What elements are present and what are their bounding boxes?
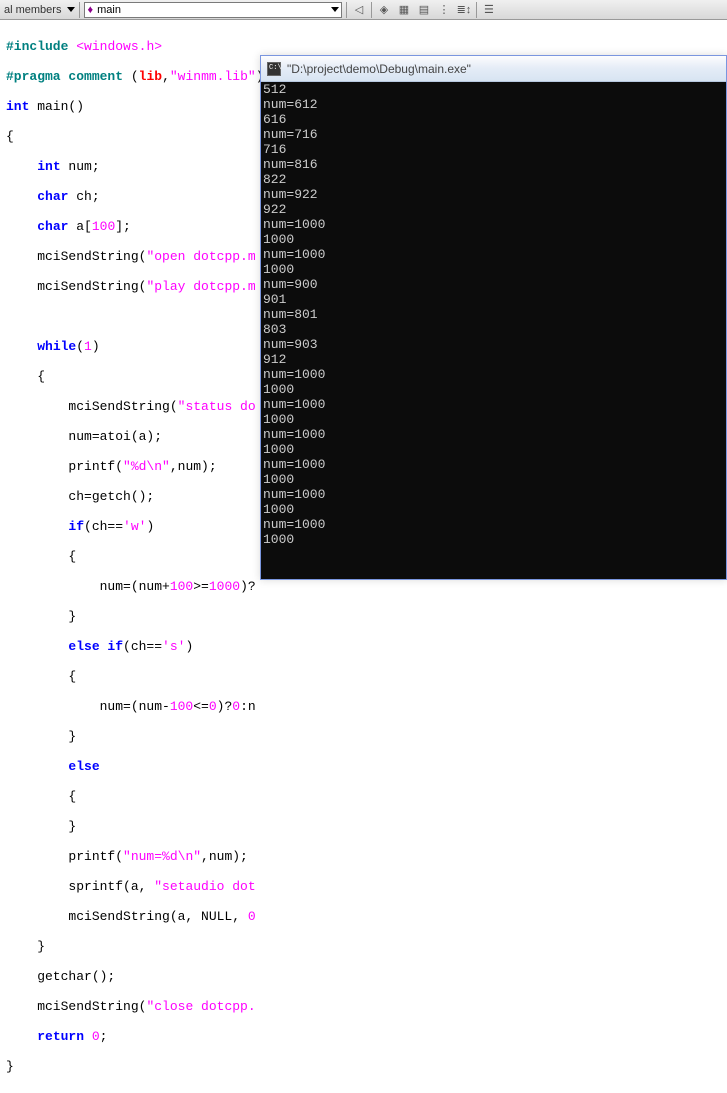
toolbar-icon[interactable]: ⋮ [436, 2, 452, 18]
code-line: } [6, 819, 721, 834]
code-line: sprintf(a, "setaudio dot [6, 879, 721, 894]
code-line: { [6, 789, 721, 804]
dropdown-label: main [97, 4, 121, 16]
nav-back-icon[interactable]: ◁ [351, 2, 367, 18]
toolbar-icon[interactable]: ☰ [481, 2, 497, 18]
code-line: else [6, 759, 721, 774]
code-line: printf("num=%d\n",num); [6, 849, 721, 864]
console-titlebar[interactable]: "D:\project\demo\Debug\main.exe" [261, 56, 726, 82]
function-dropdown[interactable]: ♦ main [84, 2, 341, 18]
code-line: mciSendString("close dotcpp. [6, 999, 721, 1014]
code-line: num=(num-100<=0)?0:n [6, 699, 721, 714]
code-line: } [6, 729, 721, 744]
code-line: } [6, 939, 721, 954]
console-icon [267, 62, 281, 76]
console-output: 512 num=612 616 num=716 716 num=816 822 … [261, 82, 726, 579]
separator [371, 2, 372, 18]
separator [79, 2, 80, 18]
code-line: } [6, 609, 721, 624]
function-icon: ♦ [87, 4, 93, 16]
toolbar-icon[interactable]: ◈ [376, 2, 392, 18]
toolbar-label: al members [4, 4, 61, 16]
console-title: "D:\project\demo\Debug\main.exe" [287, 62, 471, 76]
separator [346, 2, 347, 18]
code-line: else if(ch=='s') [6, 639, 721, 654]
code-line: return 0; [6, 1029, 721, 1044]
toolbar-icon[interactable]: ▦ [396, 2, 412, 18]
toolbar-icon[interactable]: ▤ [416, 2, 432, 18]
chevron-down-icon [331, 7, 339, 12]
dropdown-arrow-icon[interactable] [67, 7, 75, 12]
code-line: { [6, 669, 721, 684]
separator [476, 2, 477, 18]
console-window[interactable]: "D:\project\demo\Debug\main.exe" 512 num… [260, 55, 727, 580]
toolbar: al members ♦ main ◁ ◈ ▦ ▤ ⋮ ≣↕ ☰ [0, 0, 727, 20]
toolbar-icon[interactable]: ≣↕ [456, 2, 472, 18]
code-line: } [6, 1059, 721, 1074]
code-line: getchar(); [6, 969, 721, 984]
code-line: num=(num+100>=1000)? [6, 579, 721, 594]
code-line: mciSendString(a, NULL, 0 [6, 909, 721, 924]
code-line: #include <windows.h> [6, 39, 721, 54]
